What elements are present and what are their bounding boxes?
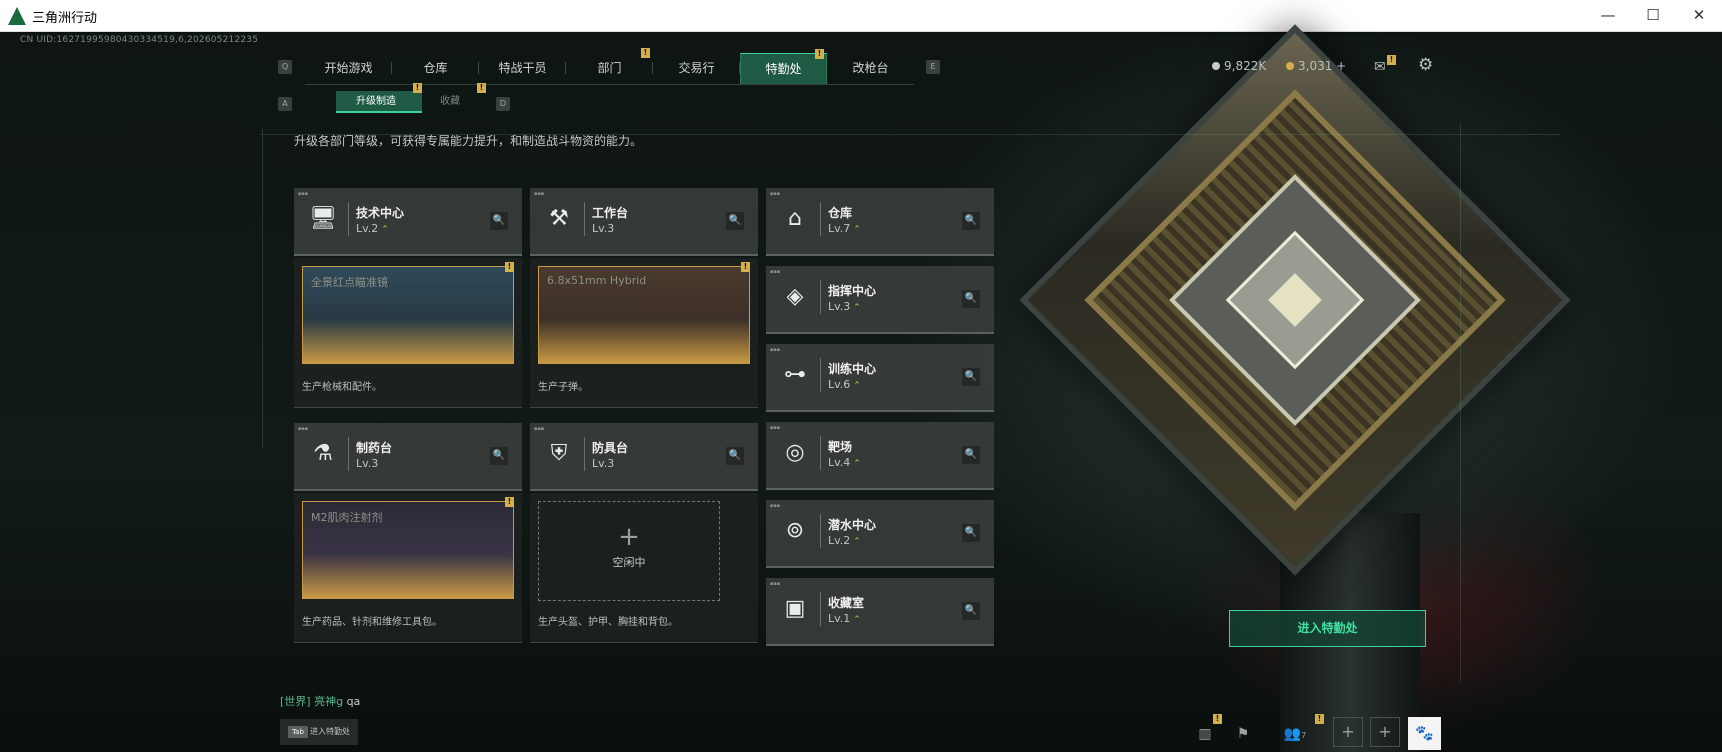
facility-diving-center[interactable]: ▪▪▪ ⊚ 潜水中心 Lv.2 ⌃ 🔍 [766,500,994,568]
command-icon: ◈ [786,284,804,309]
facility-pharmacy[interactable]: ▪▪▪ ⚗ 制药台 Lv.3 🔍 [294,423,522,491]
add-icon: + [618,522,640,552]
dumbbell-icon: ⊶ [784,362,806,387]
minimize-button[interactable]: — [1585,0,1631,32]
search-icon[interactable]: 🔍 [490,447,508,465]
tab-trading[interactable]: 交易行 [653,53,740,84]
search-icon[interactable]: 🔍 [962,290,980,308]
microscope-icon: ⚗ [313,441,333,466]
facility-armor-bench[interactable]: ▪▪▪ ⛨ 防具台 Lv.3 🔍 [530,423,758,491]
search-icon[interactable]: 🔍 [490,212,508,230]
tab-start-game[interactable]: 开始游戏 [305,53,392,84]
upgrade-icon: ⌃ [853,537,861,547]
app-logo-icon [8,7,26,25]
flag-icon[interactable]: ⚑ [1228,719,1258,749]
coin-icon [1212,62,1220,70]
subtab-upgrade-craft[interactable]: 升级制造 ! [336,83,422,113]
main-nav: 开始游戏 仓库 特战干员 部门 ! 交易行 特勤处 ! 改枪台 [305,48,914,85]
search-icon[interactable]: 🔍 [962,212,980,230]
notification-badge: ! [505,262,514,272]
search-icon[interactable]: 🔍 [962,602,980,620]
notification-badge: ! [641,48,650,58]
uid-text: CN UID:16271995980430334519,6,2026052122… [20,35,259,45]
upgrade-icon: ⌃ [853,459,861,469]
hud-line [1460,123,1461,683]
friends-icon[interactable]: 👥7 [1280,719,1310,749]
target-icon: ◎ [785,440,805,465]
ammo-box-image: 6.8x51mm Hybrid [538,266,750,364]
chat-line[interactable]: [世界] 亮神g qa [280,693,360,709]
subtab-collection[interactable]: 收藏 ! [420,83,486,113]
tab-key-hint[interactable]: Tab 进入特勤处 [280,719,358,745]
facility-command-center[interactable]: ▪▪▪ ◈ 指挥中心 Lv.3 ⌃ 🔍 [766,266,994,334]
settings-gear-icon[interactable]: ⚙ [1418,55,1433,75]
upgrade-icon: ⌃ [853,381,861,391]
nav-prev-key[interactable]: Q [278,60,292,74]
page-description: 升级各部门等级，可获得专属能力提升，和制造战斗物资的能力。 [294,134,643,148]
facility-training-center[interactable]: ▪▪▪ ⊶ 训练中心 Lv.6 ⌃ 🔍 [766,344,994,412]
upgrade-icon: ⌃ [853,615,861,625]
search-icon[interactable]: 🔍 [726,447,744,465]
tab-gunsmith[interactable]: 改枪台 [827,53,914,84]
mail-icon[interactable]: ✉ [1374,59,1386,75]
close-button[interactable]: ✕ [1676,0,1722,32]
invite-slot-button[interactable]: + [1370,717,1400,747]
player-avatar[interactable]: 🐾 [1408,717,1441,750]
tools-icon: ⚒ [549,206,569,231]
facility-workbench[interactable]: ▪▪▪ ⚒ 工作台 Lv.3 🔍 [530,188,758,256]
production-slot-armor[interactable]: + 空闲中 生产头盔、护甲、胸挂和背包。 [530,493,758,643]
tab-operators[interactable]: 特战干员 [479,53,566,84]
notification-badge: ! [477,83,486,93]
notification-badge: ! [1213,714,1222,724]
chat-channel: [世界] [280,695,311,708]
tab-department[interactable]: 部门 ! [566,48,653,84]
special-ops-cube-image [1019,24,1571,576]
upgrade-icon: ⌃ [853,303,861,313]
notification-badge: ! [741,262,750,272]
facility-warehouse[interactable]: ▪▪▪ ⌂ 仓库 Lv.7 ⌃ 🔍 [766,188,994,256]
tab-warehouse[interactable]: 仓库 [392,53,479,84]
enter-special-ops-button[interactable]: 进入特勤处 [1229,610,1426,647]
window-titlebar: 三角洲行动 — ☐ ✕ [0,0,1722,32]
notification-badge: ! [1315,714,1324,724]
warehouse-icon: ⌂ [788,206,802,231]
ticket-icon [1286,62,1294,70]
chat-user: 亮神g [314,695,344,708]
upgrade-icon: ⌃ [381,225,389,235]
notification-badge: ! [505,497,514,507]
production-slot-pharmacy[interactable]: M2肌肉注射剂 ! 生产药品、针剂和维修工具包。 [294,493,522,643]
game-viewport: CN UID:16271995980430334519,6,2026052122… [0,24,1722,752]
coin-balance[interactable]: 9,822K [1212,59,1266,73]
search-icon[interactable]: 🔍 [962,524,980,542]
nav-next-key[interactable]: E [926,60,940,74]
search-icon[interactable]: 🔍 [962,368,980,386]
upgrade-icon: ⌃ [853,225,861,235]
facility-collection-room[interactable]: ▪▪▪ ▣ 收藏室 Lv.1 ⌃ 🔍 [766,578,994,646]
notification-badge: ! [1387,55,1396,65]
vault-icon: ▣ [784,596,806,621]
maximize-button[interactable]: ☐ [1630,0,1676,32]
chat-message: qa [346,695,361,708]
m2-injector-image: M2肌肉注射剂 [302,501,514,599]
game-window: 三角洲行动 — ☐ ✕ CN UID:16271995980430334519,… [0,0,1722,752]
search-icon[interactable]: 🔍 [962,446,980,464]
diving-mask-icon: ⊚ [785,518,805,543]
production-slot-tech[interactable]: 全景红点瞄准镜 ! 生产枪械和配件。 [294,258,522,408]
hud-line [262,128,263,448]
invite-slot-button[interactable]: + [1333,717,1363,747]
facility-tech-center[interactable]: ▪▪▪ 🖥 技术中心 Lv.2 ⌃ 🔍 [294,188,522,256]
subnav-prev-key[interactable]: A [278,97,292,111]
notification-badge: ! [815,49,824,59]
red-dot-sight-image: 全景红点瞄准镜 [302,266,514,364]
window-title: 三角洲行动 [32,11,98,26]
subnav-next-key[interactable]: D [496,97,510,111]
search-icon[interactable]: 🔍 [726,212,744,230]
armor-icon: ⛨ [550,441,568,466]
facility-shooting-range[interactable]: ▪▪▪ ◎ 靶场 Lv.4 ⌃ 🔍 [766,422,994,490]
ticket-balance[interactable]: 3,031 + [1286,59,1346,73]
idle-slot[interactable]: + 空闲中 [538,501,720,601]
monitor-icon: 🖥 [309,206,337,231]
tab-special-ops[interactable]: 特勤处 ! [740,49,827,84]
production-slot-workbench[interactable]: 6.8x51mm Hybrid ! 生产子弹。 [530,258,758,408]
